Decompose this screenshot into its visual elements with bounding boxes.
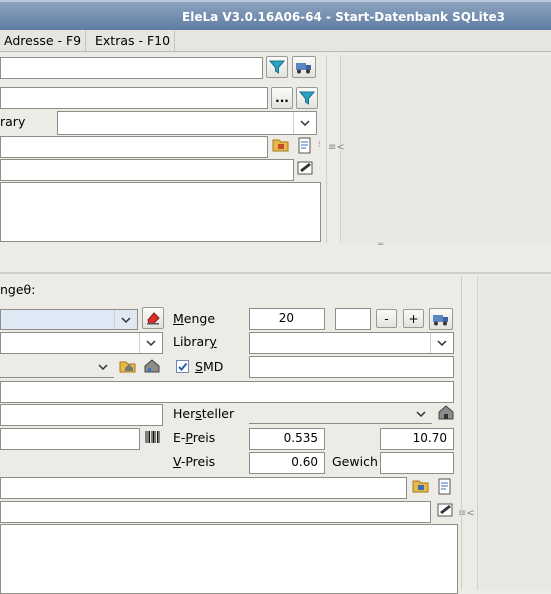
- filter-button[interactable]: [266, 56, 288, 78]
- left-field-4[interactable]: [0, 404, 163, 426]
- chevron-down-icon[interactable]: [410, 404, 432, 423]
- bottom-right-panel: [477, 276, 551, 590]
- top-field-1[interactable]: [0, 57, 263, 79]
- plus-label: +: [408, 311, 419, 326]
- smd-field[interactable]: [249, 356, 454, 378]
- smd-checkbox[interactable]: [176, 360, 189, 373]
- document-icon[interactable]: [437, 478, 457, 498]
- dots-button[interactable]: ...: [271, 87, 293, 109]
- grip-dots: ⁝: [318, 140, 321, 150]
- truck-button-2[interactable]: [429, 308, 453, 330]
- bottom-path-field[interactable]: [0, 477, 407, 499]
- gewicht-field[interactable]: [380, 452, 454, 474]
- vpreis-field[interactable]: 0.60: [249, 452, 325, 474]
- minus-label: -: [384, 311, 389, 326]
- menge-label: Menge: [173, 311, 216, 326]
- smd-label: SMD: [195, 359, 224, 374]
- plus-button[interactable]: +: [403, 309, 424, 328]
- bottom-header-label: ngeθ:: [0, 282, 36, 297]
- quantity-stepper-field[interactable]: [335, 308, 371, 330]
- epreis-total-field[interactable]: 10.70: [380, 428, 454, 450]
- left-combo-2[interactable]: [0, 332, 163, 354]
- document-icon[interactable]: [297, 137, 317, 157]
- menge-value: 20: [278, 311, 294, 325]
- filter-icon: [299, 91, 315, 105]
- title-bar: EleLa V3.0.16A06-64 - Start-Datenbank SQ…: [0, 0, 551, 30]
- library-combo[interactable]: [249, 332, 454, 354]
- chevron-down-icon[interactable]: [114, 310, 137, 329]
- top-library-combo[interactable]: [57, 111, 317, 135]
- minus-button[interactable]: -: [376, 309, 397, 328]
- barcode-field[interactable]: [0, 428, 140, 450]
- section-splitter[interactable]: [0, 272, 551, 274]
- truck-button[interactable]: [292, 56, 316, 78]
- edit-icon[interactable]: [437, 502, 457, 522]
- filter-button-2[interactable]: [296, 87, 318, 109]
- vpreis-value: 0.60: [291, 455, 318, 469]
- eraser-button[interactable]: [142, 307, 164, 329]
- manufacturer-house-icon[interactable]: [437, 404, 455, 424]
- selected-combo[interactable]: [0, 309, 138, 330]
- menu-extras[interactable]: Extras - F10: [91, 30, 176, 51]
- chevron-down-icon[interactable]: [139, 333, 162, 353]
- filter-icon: [269, 60, 285, 74]
- check-icon: [178, 362, 188, 371]
- epreis-label: E-Preis: [173, 430, 216, 445]
- epreis-total-value: 10.70: [412, 431, 447, 445]
- divider: [326, 55, 327, 243]
- hersteller-combo[interactable]: [249, 404, 432, 424]
- bottom-memo[interactable]: [0, 524, 458, 594]
- chevron-down-icon[interactable]: [430, 333, 453, 353]
- bottom-notes-field[interactable]: [0, 501, 431, 523]
- hersteller-label: Hersteller: [173, 406, 235, 421]
- library-label: Library: [173, 334, 217, 349]
- top-library-label: rary: [0, 114, 26, 129]
- menu-bar: Adresse - F9 Extras - F10: [0, 30, 551, 52]
- window-title: EleLa V3.0.16A06-64 - Start-Datenbank SQ…: [182, 10, 505, 24]
- horizontal-grip[interactable]: ═: [378, 240, 383, 250]
- top-field-2[interactable]: [0, 87, 268, 109]
- chevron-down-icon[interactable]: [293, 112, 316, 134]
- folder-house-icon[interactable]: [119, 358, 139, 378]
- top-notes-field[interactable]: [0, 159, 294, 181]
- truck-icon: [296, 63, 311, 74]
- gewicht-label: Gewich: [332, 454, 378, 469]
- epreis-value: 0.535: [283, 431, 318, 445]
- barcode-icon[interactable]: [144, 429, 164, 449]
- left-combo-3[interactable]: [0, 357, 114, 378]
- truck-icon: [433, 315, 448, 326]
- divider: [461, 276, 462, 590]
- chevron-down-icon[interactable]: [92, 357, 114, 377]
- top-right-panel: [340, 55, 551, 243]
- description-field[interactable]: [0, 381, 454, 403]
- eraser-icon: [147, 312, 160, 325]
- menge-field[interactable]: 20: [249, 308, 325, 330]
- house-icon[interactable]: [143, 358, 163, 378]
- dots-label: ...: [275, 91, 289, 105]
- top-path-field[interactable]: [0, 136, 268, 158]
- epreis-field[interactable]: 0.535: [249, 428, 325, 450]
- top-memo[interactable]: [0, 182, 321, 242]
- vpreis-label: V-Preis: [173, 454, 216, 469]
- menu-adresse[interactable]: Adresse - F9: [0, 30, 87, 51]
- folder-open-icon[interactable]: [272, 137, 292, 157]
- folder-open-icon[interactable]: [412, 478, 432, 498]
- splitter-marker-top[interactable]: ≡<: [328, 142, 345, 153]
- edit-icon[interactable]: [297, 160, 317, 180]
